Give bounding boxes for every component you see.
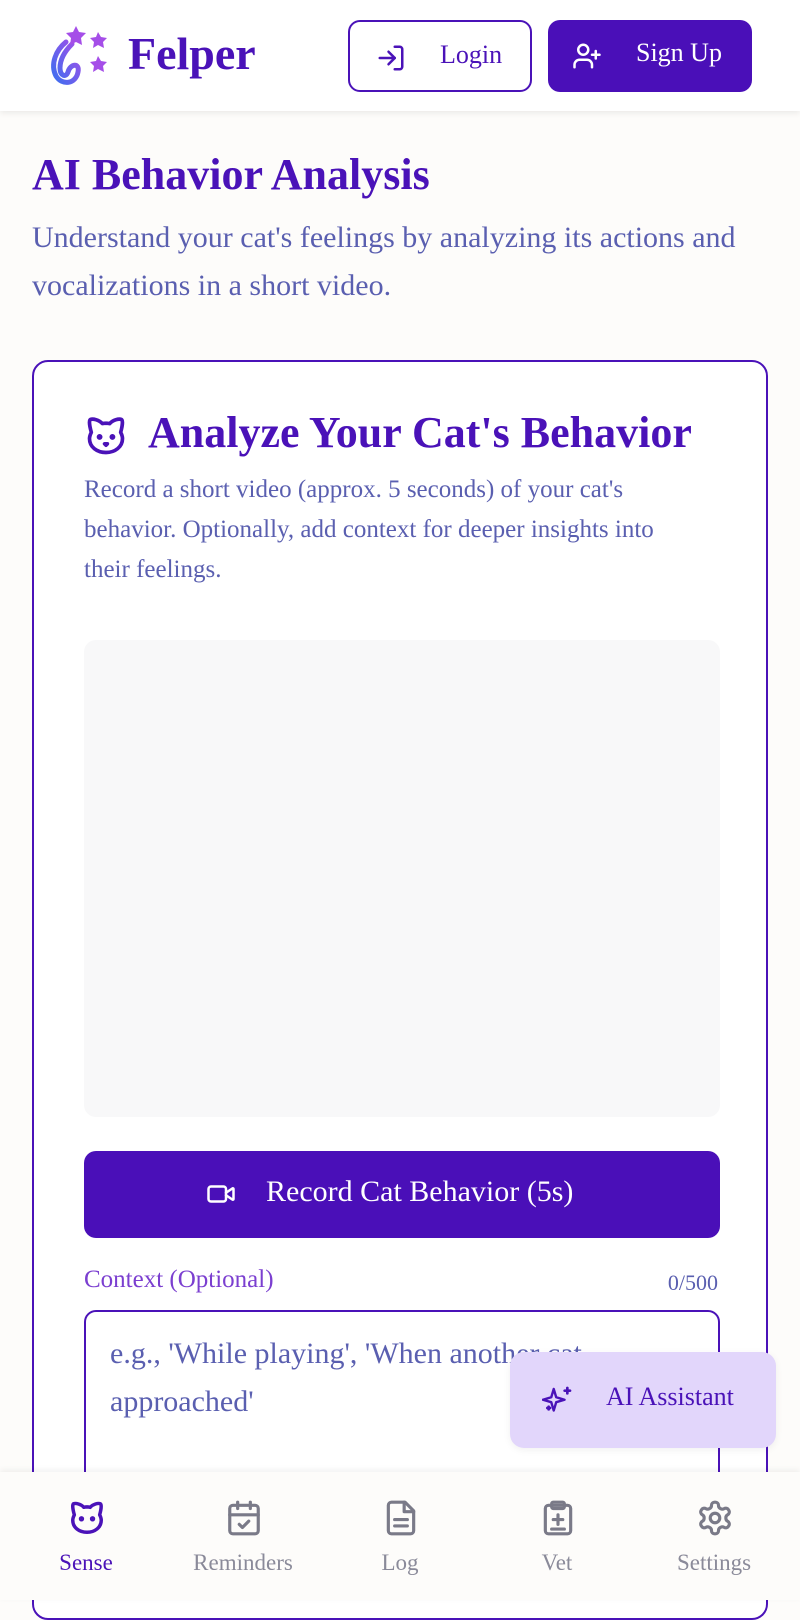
context-label: Context (Optional) <box>84 1266 274 1293</box>
nav-item-log[interactable]: Log <box>322 1472 478 1600</box>
ai-assistant-label: AI Assistant <box>606 1382 734 1411</box>
nav-label-sense: Sense <box>59 1550 113 1575</box>
nav-label-settings: Settings <box>676 1550 752 1575</box>
app-header: Felper Login Sign Up <box>0 0 800 111</box>
user-plus-icon <box>573 43 601 69</box>
signup-label: Sign Up <box>636 38 722 67</box>
nav-item-vet[interactable]: Vet <box>479 1472 635 1600</box>
page-subtitle: Understand your cat's feelings by analyz… <box>32 221 736 302</box>
logo-icon <box>51 26 107 85</box>
context-char-count: 0/500 <box>667 1270 718 1295</box>
gear-icon <box>699 1500 731 1536</box>
nav-label-log: Log <box>381 1550 419 1575</box>
video-camera-icon <box>207 1185 235 1203</box>
nav-item-settings[interactable]: Settings <box>636 1472 792 1600</box>
login-button[interactable]: Login <box>348 20 532 92</box>
cat-icon <box>70 1501 103 1534</box>
video-preview <box>84 640 720 1117</box>
card-title: Analyze Your Cat's Behavior <box>148 408 692 457</box>
login-label: Login <box>440 40 503 69</box>
nav-item-reminders[interactable]: Reminders <box>165 1472 321 1600</box>
nav-label-reminders: Reminders <box>193 1550 293 1575</box>
record-button[interactable]: Record Cat Behavior (5s) <box>84 1151 720 1238</box>
card-description: Record a short video (approx. 5 seconds)… <box>84 476 654 583</box>
medical-clipboard-icon <box>543 1500 573 1536</box>
brand-name: Felper <box>128 28 256 79</box>
page-title: AI Behavior Analysis <box>32 150 430 199</box>
record-label: Record Cat Behavior (5s) <box>266 1175 574 1208</box>
calendar-check-icon <box>228 1500 260 1536</box>
nav-label-vet: Vet <box>541 1550 573 1575</box>
ai-assistant-button[interactable]: AI Assistant <box>510 1352 776 1448</box>
cat-icon <box>87 417 125 455</box>
signup-button[interactable]: Sign Up <box>548 20 752 92</box>
sparkles-icon <box>542 1386 572 1412</box>
nav-item-sense[interactable]: Sense <box>8 1472 164 1600</box>
login-icon <box>378 45 404 71</box>
bottom-nav: Sense Reminders Log Vet Settings <box>0 1472 800 1600</box>
document-icon <box>386 1500 416 1536</box>
